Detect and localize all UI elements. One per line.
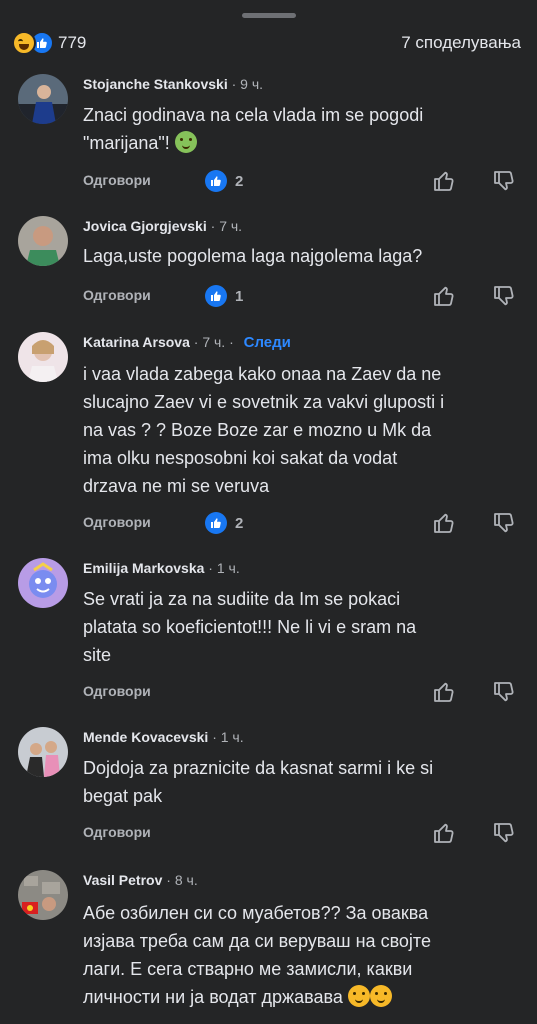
like-icon bbox=[205, 512, 227, 534]
comment-line: Dojdoja za praznicite da kasnat sarmi i … bbox=[83, 758, 434, 778]
comment-line: Абе озбилен си со муабетов?? За оваква bbox=[83, 903, 429, 923]
thinking-face-emoji-icon bbox=[369, 985, 392, 1007]
avatar[interactable] bbox=[18, 74, 68, 124]
comment-likes[interactable]: 1 bbox=[205, 285, 243, 307]
reply-button[interactable]: Одговори bbox=[83, 683, 151, 699]
comment-line: ima olku nesposobni koi sakat da vodat bbox=[83, 448, 398, 468]
like-icon bbox=[205, 170, 227, 192]
likes-count: 2 bbox=[235, 172, 244, 190]
comment-text: Dojdoja za praznicite da kasnat sarmi i … bbox=[83, 754, 523, 810]
comment-time[interactable]: 1 ч. bbox=[221, 729, 244, 745]
thumbs-up-icon[interactable] bbox=[432, 284, 456, 308]
comment-time[interactable]: 9 ч. bbox=[240, 76, 263, 92]
reaction-count: 779 bbox=[58, 33, 87, 52]
thumbs-down-icon[interactable] bbox=[492, 511, 516, 535]
avatar[interactable] bbox=[18, 870, 68, 920]
comment-line: изјава треба сам да си веруваш на својте bbox=[83, 931, 431, 951]
comment-line: site bbox=[83, 645, 112, 665]
reply-button[interactable]: Одговори bbox=[83, 514, 151, 530]
comment-line: Znaci godinava na cela vlada im se pogod… bbox=[83, 105, 424, 125]
comment-text: i vaa vlada zabega kako onaa na Zaev da … bbox=[83, 360, 523, 500]
avatar[interactable] bbox=[18, 332, 68, 382]
laugh-emoji-icon bbox=[12, 31, 36, 55]
thumbs-down-icon[interactable] bbox=[492, 821, 516, 845]
comment-text: Se vrati ja za na sudiite da Im se pokac… bbox=[83, 585, 523, 669]
comment-likes[interactable]: 2 bbox=[205, 512, 243, 534]
thinking-face-emoji-icon bbox=[347, 985, 370, 1007]
thumbs-up-icon[interactable] bbox=[432, 821, 456, 845]
comment-author[interactable]: Jovica Gjorgjevski bbox=[83, 218, 207, 234]
comment-likes[interactable]: 2 bbox=[205, 170, 243, 192]
reactions-bar: 779 7 споделувања bbox=[0, 28, 537, 62]
comment-line: na vas ? ? Boze Boze zar e mozno u Mk da bbox=[83, 420, 432, 440]
thumbs-down-icon[interactable] bbox=[492, 680, 516, 704]
like-icon bbox=[205, 285, 227, 307]
comment-line: Se vrati ja za na sudiite da Im se pokac… bbox=[83, 589, 401, 609]
comment-time[interactable]: 1 ч. bbox=[217, 560, 240, 576]
likes-count: 2 bbox=[235, 514, 244, 532]
comment-author[interactable]: Stojanche Stankovski bbox=[83, 76, 228, 92]
comment-text: Znaci godinava na cela vlada im se pogod… bbox=[83, 101, 523, 157]
comment-line: "marijana"! bbox=[83, 133, 175, 153]
comment-line: личности ни ја водат државава bbox=[83, 987, 348, 1007]
thumbs-down-icon[interactable] bbox=[492, 169, 516, 193]
comment-text: Абе озбилен си со муабетов?? За оваква и… bbox=[83, 899, 523, 1011]
avatar[interactable] bbox=[18, 727, 68, 777]
sick-face-emoji-icon bbox=[174, 131, 197, 153]
comment-time[interactable]: 7 ч. bbox=[202, 334, 225, 350]
comment-text: Laga,uste pogolema laga najgolema laga? bbox=[83, 242, 523, 270]
comment-line: slucajno Zaev vi e sovetnik za vakvi glu… bbox=[83, 392, 445, 412]
avatar[interactable] bbox=[18, 558, 68, 608]
comment-line: лаги. Е сега стварно ме замисли, какви bbox=[83, 959, 413, 979]
avatar[interactable] bbox=[18, 216, 68, 266]
comment-author[interactable]: Katarina Arsova bbox=[83, 334, 190, 350]
reply-button[interactable]: Одговори bbox=[83, 287, 151, 303]
reactions-summary[interactable]: 779 bbox=[12, 30, 86, 56]
thumbs-down-icon[interactable] bbox=[492, 284, 516, 308]
comment-line: platata so koeficientot!!! Ne li vi e sr… bbox=[83, 617, 417, 637]
comment-line: begat pak bbox=[83, 786, 163, 806]
comment-author[interactable]: Emilija Markovska bbox=[83, 560, 204, 576]
comment-time[interactable]: 8 ч. bbox=[175, 872, 198, 888]
thumbs-up-icon[interactable] bbox=[432, 511, 456, 535]
drag-handle[interactable] bbox=[242, 13, 296, 18]
reply-button[interactable]: Одговори bbox=[83, 172, 151, 188]
comment-line: Laga,uste pogolema laga najgolema laga? bbox=[83, 246, 423, 266]
thumbs-up-icon[interactable] bbox=[432, 680, 456, 704]
reply-button[interactable]: Одговори bbox=[83, 824, 151, 840]
comment-author[interactable]: Vasil Petrov bbox=[83, 872, 162, 888]
shares-count[interactable]: 7 споделувања bbox=[401, 33, 521, 53]
comment-time[interactable]: 7 ч. bbox=[219, 218, 242, 234]
comment-line: drzava ne mi se veruva bbox=[83, 476, 270, 496]
follow-button[interactable]: Следи bbox=[244, 334, 291, 351]
likes-count: 1 bbox=[235, 287, 244, 305]
comment-line: i vaa vlada zabega kako onaa na Zaev da … bbox=[83, 364, 442, 384]
thumbs-up-icon[interactable] bbox=[432, 169, 456, 193]
comment-author[interactable]: Mende Kovacevski bbox=[83, 729, 208, 745]
